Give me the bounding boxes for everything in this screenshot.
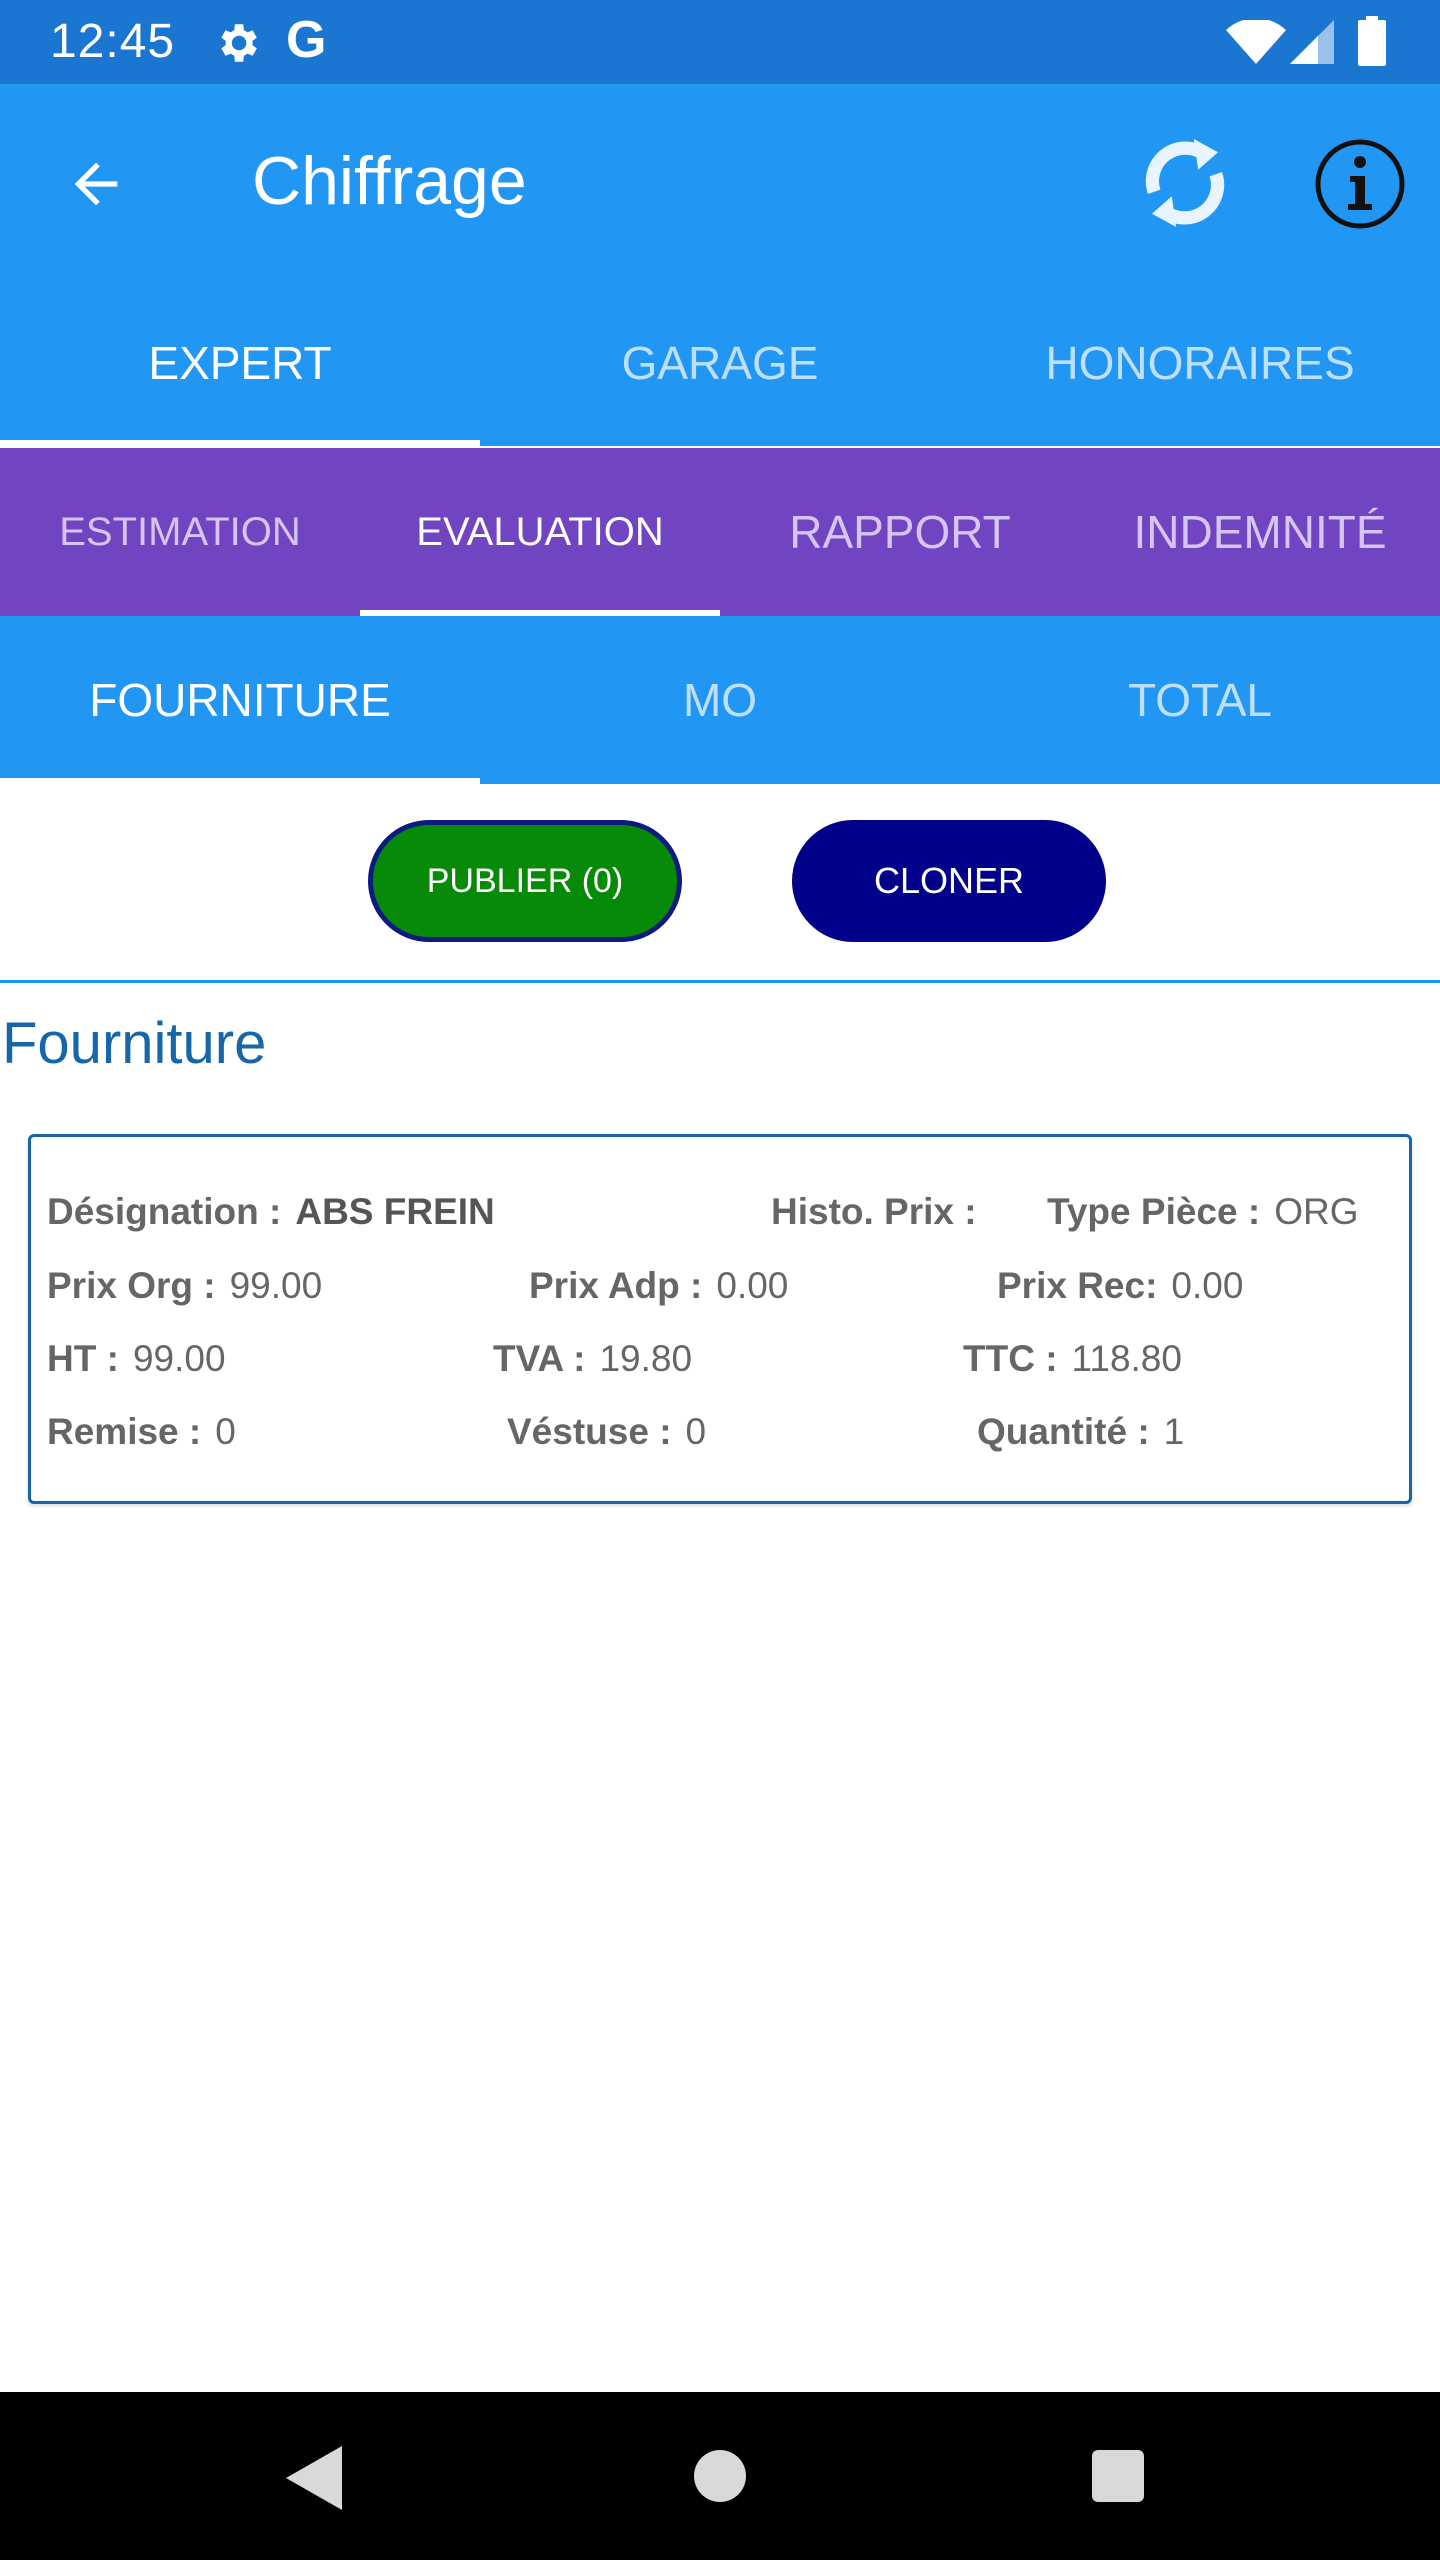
remise-field: Remise : 0 <box>47 1411 236 1453</box>
app-bar: Chiffrage EXPERT GARAGE HONORAIRES <box>0 84 1440 446</box>
fourniture-card[interactable]: Désignation : ABS FREIN Histo. Prix : Typ… <box>28 1134 1412 1504</box>
tab-mo[interactable]: MO <box>480 616 960 784</box>
status-bar: 12:45 G <box>0 0 1440 84</box>
tva-label: TVA : <box>493 1338 586 1379</box>
designation-label: Désignation : <box>47 1191 282 1232</box>
battery-icon <box>1358 16 1386 66</box>
tab-garage[interactable]: GARAGE <box>480 280 960 446</box>
histo-prix-label: Histo. Prix : <box>771 1191 977 1232</box>
tab-expert[interactable]: EXPERT <box>0 280 480 446</box>
quantite-value: 1 <box>1163 1411 1185 1452</box>
sync-icon <box>1145 139 1225 227</box>
status-time: 12:45 <box>50 15 176 68</box>
designation-field: Désignation : ABS FREIN <box>47 1191 495 1233</box>
tab-indemnite[interactable]: INDEMNITÉ <box>1080 448 1440 616</box>
nav-home-icon[interactable] <box>694 2450 746 2502</box>
vestuse-field: Véstuse : 0 <box>507 1411 706 1453</box>
remise-value: 0 <box>215 1411 236 1452</box>
publier-button[interactable]: PUBLIER (0) <box>368 820 682 942</box>
system-nav-bar <box>0 2392 1440 2560</box>
type-piece-label: Type Pièce : <box>1047 1191 1261 1232</box>
ht-field: HT : 99.00 <box>47 1338 226 1380</box>
section-title: Fourniture <box>2 1011 267 1076</box>
cloner-button[interactable]: CLONER <box>792 820 1106 942</box>
back-arrow-icon <box>74 162 118 206</box>
ttc-value: 118.80 <box>1071 1338 1182 1379</box>
quantite-label: Quantité : <box>977 1411 1150 1452</box>
tab-honoraires[interactable]: HONORAIRES <box>960 280 1440 446</box>
tab-total[interactable]: TOTAL <box>960 616 1440 784</box>
tab-evaluation[interactable]: EVALUATION <box>360 448 720 616</box>
quantite-field: Quantité : 1 <box>977 1411 1184 1453</box>
page-title: Chiffrage <box>252 143 527 219</box>
back-button[interactable] <box>56 144 136 224</box>
section-tabs: FOURNITURE MO TOTAL <box>0 616 1440 784</box>
prix-org-value: 99.00 <box>229 1265 323 1306</box>
info-button[interactable] <box>1310 134 1410 234</box>
tva-value: 19.80 <box>599 1338 693 1379</box>
histo-prix-field[interactable]: Histo. Prix : <box>771 1191 991 1233</box>
tva-field: TVA : 19.80 <box>493 1338 692 1380</box>
gear-icon <box>221 24 257 62</box>
ttc-field: TTC : 118.80 <box>963 1338 1182 1380</box>
prix-adp-label: Prix Adp : <box>529 1265 703 1306</box>
tab-estimation[interactable]: ESTIMATION <box>0 448 360 616</box>
wifi-icon <box>1226 20 1286 64</box>
prix-org-field: Prix Org : 99.00 <box>47 1265 322 1307</box>
prix-adp-field: Prix Adp : 0.00 <box>529 1265 788 1307</box>
designation-value: ABS FREIN <box>295 1191 495 1232</box>
google-g-icon: G <box>286 11 327 69</box>
main-tabs: EXPERT GARAGE HONORAIRES <box>0 280 1440 446</box>
sub-tabs: ESTIMATION EVALUATION RAPPORT INDEMNITÉ <box>0 448 1440 616</box>
type-piece-value: ORG <box>1274 1191 1359 1232</box>
prix-rec-label: Prix Rec: <box>997 1265 1158 1306</box>
signal-icon <box>1290 20 1334 64</box>
ht-value: 99.00 <box>132 1338 226 1379</box>
remise-label: Remise : <box>47 1411 202 1452</box>
prix-rec-value: 0.00 <box>1171 1265 1244 1306</box>
sync-button[interactable] <box>1130 128 1240 238</box>
prix-rec-field: Prix Rec: 0.00 <box>997 1265 1243 1307</box>
tab-rapport[interactable]: RAPPORT <box>720 448 1080 616</box>
divider <box>0 980 1440 983</box>
nav-back-icon[interactable] <box>286 2446 346 2510</box>
vestuse-value: 0 <box>685 1411 707 1452</box>
tab-fourniture[interactable]: FOURNITURE <box>0 616 480 784</box>
nav-recent-icon[interactable] <box>1092 2450 1144 2502</box>
info-icon <box>1315 139 1405 229</box>
vestuse-label: Véstuse : <box>507 1411 672 1452</box>
ttc-label: TTC : <box>963 1338 1058 1379</box>
ht-label: HT : <box>47 1338 119 1379</box>
prix-org-label: Prix Org : <box>47 1265 216 1306</box>
type-piece-field: Type Pièce : ORG <box>1047 1191 1358 1233</box>
prix-adp-value: 0.00 <box>716 1265 789 1306</box>
